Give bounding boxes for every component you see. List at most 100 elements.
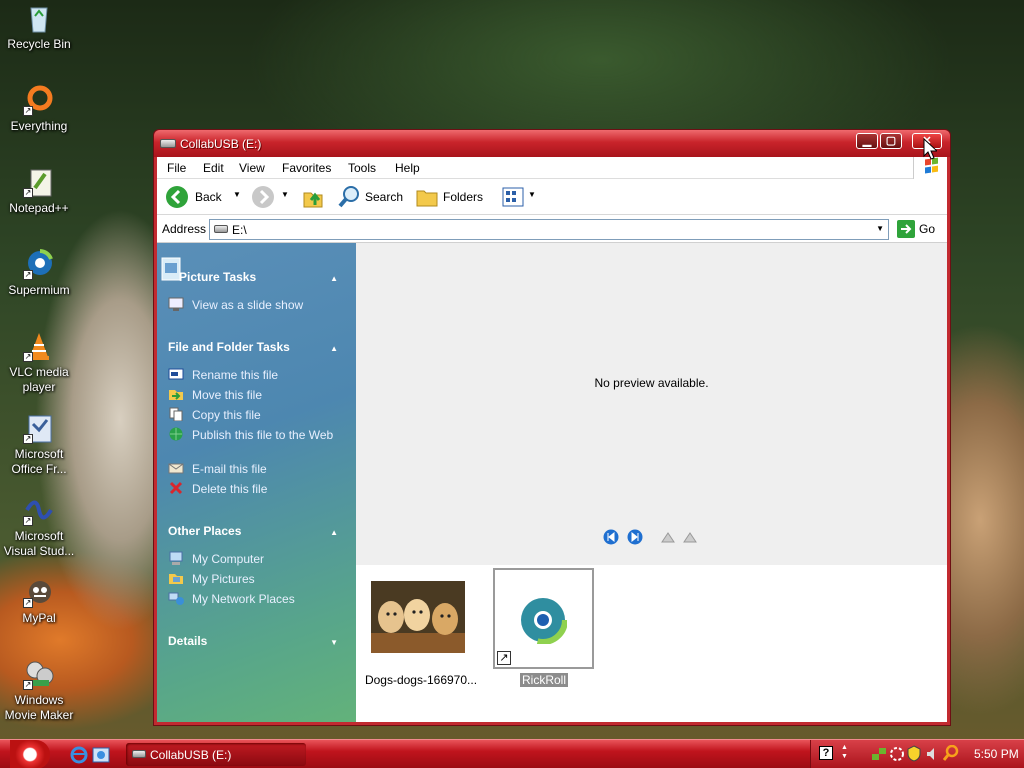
file-item-dogs[interactable]: Dogs-dogs-166970...: [360, 569, 480, 687]
start-button[interactable]: [10, 740, 50, 768]
file-folder-tasks-header[interactable]: File and Folder Tasks: [168, 340, 290, 354]
file-item-rickroll[interactable]: ↗ RickRoll: [493, 568, 594, 688]
taskbar-button-collabusb[interactable]: CollabUSB (E:): [126, 743, 306, 766]
minimize-button[interactable]: ▁: [856, 133, 878, 149]
volume-tray-icon[interactable]: [889, 746, 905, 765]
task-pane: Picture Tasks ▲ View as a slide show Fil…: [157, 243, 356, 722]
next-image-icon[interactable]: [627, 529, 643, 548]
desktop-icon-everything[interactable]: ↗ Everything: [0, 84, 78, 134]
task-item-delete[interactable]: Delete this file: [168, 481, 267, 497]
task-item-rename[interactable]: Rename this file: [168, 367, 278, 383]
place-item-my-computer[interactable]: My Computer: [168, 551, 264, 567]
tray-expand-icon[interactable]: ▲ ▼: [841, 743, 848, 761]
shortcut-arrow-icon: ↗: [23, 434, 33, 444]
drive-icon: [160, 139, 176, 148]
globe-icon: [168, 427, 184, 441]
pictures-folder-icon: [168, 571, 184, 585]
quick-launch-icon[interactable]: [92, 746, 110, 767]
notepad-icon: ↗: [23, 166, 55, 198]
go-label: Go: [919, 222, 936, 236]
shortcut-arrow-icon: ↗: [23, 680, 33, 690]
security-shield-icon[interactable]: [907, 745, 921, 765]
details-header[interactable]: Details: [168, 634, 207, 648]
place-item-network-places[interactable]: My Network Places: [168, 591, 295, 607]
desktop-icon-movie-maker[interactable]: ↗ Windows Movie Maker: [0, 658, 78, 723]
collapse-icon[interactable]: ▲: [330, 274, 338, 283]
supermium-icon: [518, 595, 568, 647]
file-name: Dogs-dogs-166970...: [364, 673, 478, 687]
clock[interactable]: 5:50 PM: [974, 747, 1019, 761]
maximize-button[interactable]: ▢: [880, 133, 902, 149]
network-icon: [168, 591, 184, 605]
desktop-icon-notepad[interactable]: ↗ Notepad++: [0, 166, 78, 216]
desktop-icon-visual-studio[interactable]: ↗ Microsoft Visual Stud...: [0, 494, 78, 559]
window-title-bar[interactable]: CollabUSB (E:) ▁ ▢ ✕: [154, 130, 950, 157]
shortcut-arrow-icon: ↗: [23, 352, 33, 362]
place-item-my-pictures[interactable]: My Pictures: [168, 571, 255, 587]
network-tray-icon[interactable]: [871, 746, 887, 765]
up-folder-icon[interactable]: [301, 185, 325, 212]
visual-studio-icon: ↗: [23, 494, 55, 526]
collapse-icon[interactable]: ▲: [330, 528, 338, 537]
menu-view[interactable]: View: [239, 161, 265, 175]
views-button[interactable]: ▼: [501, 185, 537, 209]
desktop-icon-supermium[interactable]: ↗ Supermium: [0, 248, 78, 298]
back-arrow-icon: [165, 185, 189, 212]
search-tray-icon[interactable]: [942, 744, 959, 764]
mouse-cursor-icon: [923, 137, 939, 163]
menu-help[interactable]: Help: [395, 161, 420, 175]
move-icon: [168, 387, 184, 401]
go-button[interactable]: Go: [895, 219, 941, 240]
folders-label: Folders: [443, 190, 484, 204]
menu-file[interactable]: File: [167, 161, 186, 175]
expand-icon[interactable]: ▼: [330, 638, 338, 647]
desktop-icon-office[interactable]: ↗ Microsoft Office Fr...: [0, 412, 78, 477]
forward-button[interactable]: ▼: [251, 185, 293, 209]
chevron-down-icon[interactable]: ▼: [876, 224, 884, 233]
computer-icon: [168, 551, 184, 565]
desktop-icon-label: Recycle Bin: [7, 37, 71, 51]
menu-edit[interactable]: Edit: [203, 161, 224, 175]
desktop-icon-vlc[interactable]: ↗ VLC media player: [0, 330, 78, 395]
back-button[interactable]: Back ▼: [165, 185, 243, 209]
file-name-selected: RickRoll: [520, 673, 569, 687]
rotate-counterclockwise-icon[interactable]: [682, 531, 698, 546]
rotate-clockwise-icon[interactable]: [660, 531, 676, 546]
folders-button[interactable]: Folders: [415, 185, 487, 209]
address-input[interactable]: E:\ ▼: [209, 219, 889, 240]
collapse-icon[interactable]: ▲: [330, 344, 338, 353]
search-button[interactable]: Search: [337, 185, 407, 209]
address-bar: Address E:\ ▼ Go: [157, 216, 947, 243]
menu-favorites[interactable]: Favorites: [282, 161, 331, 175]
other-places-header[interactable]: Other Places: [168, 524, 241, 538]
chevron-down-icon: ▼: [528, 190, 536, 199]
help-icon[interactable]: ?: [819, 746, 833, 760]
task-item-copy[interactable]: Copy this file: [168, 407, 261, 423]
task-item-slideshow[interactable]: View as a slide show: [168, 297, 303, 313]
task-item-publish[interactable]: Publish this file to the Web: [168, 427, 338, 443]
shortcut-arrow-icon: ↗: [23, 106, 33, 116]
recycle-bin-icon: [23, 2, 55, 34]
file-list: Dogs-dogs-166970... ↗ RickRoll: [356, 565, 947, 722]
office-icon: ↗: [23, 412, 55, 444]
shortcut-arrow-icon: ↗: [23, 516, 33, 526]
desktop-icon-recycle-bin[interactable]: Recycle Bin: [0, 2, 78, 52]
window-title: CollabUSB (E:): [180, 137, 262, 151]
internet-explorer-icon[interactable]: [70, 746, 88, 767]
task-item-move[interactable]: Move this file: [168, 387, 262, 403]
speaker-tray-icon[interactable]: [925, 746, 941, 765]
dogs-image-thumbnail: [371, 581, 465, 656]
desktop-icon-label: VLC media player: [9, 365, 69, 394]
desktop-icon-label: Microsoft Visual Stud...: [3, 529, 75, 558]
chevron-down-icon: ▼: [233, 190, 241, 199]
drive-icon: [132, 750, 146, 758]
picture-tasks-header[interactable]: Picture Tasks: [179, 270, 256, 284]
task-item-email[interactable]: E-mail this file: [168, 461, 267, 477]
previous-image-icon[interactable]: [603, 529, 619, 548]
search-icon: [337, 185, 361, 212]
desktop-icon-label: Notepad++: [9, 201, 69, 215]
rename-icon: [168, 367, 184, 381]
menu-tools[interactable]: Tools: [348, 161, 376, 175]
taskbar-button-label: CollabUSB (E:): [150, 748, 232, 762]
desktop-icon-mypal[interactable]: ↗ MyPal: [0, 576, 78, 626]
